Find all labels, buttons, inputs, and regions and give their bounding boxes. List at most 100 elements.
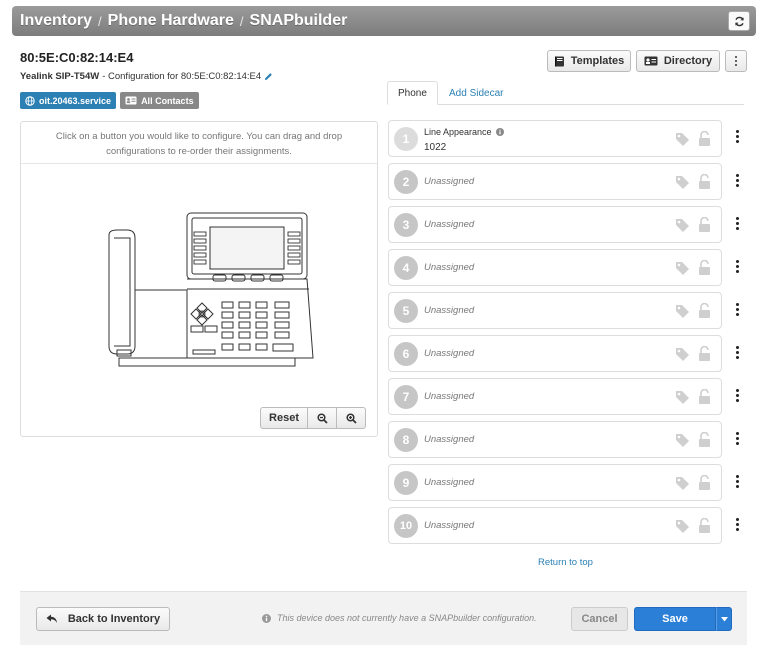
line-key-4[interactable]: 4 Unassigned — [388, 249, 722, 286]
unlock-icon[interactable] — [698, 174, 711, 189]
line-key-7[interactable]: 7 Unassigned — [388, 378, 722, 415]
line-key-1-menu[interactable] — [734, 130, 740, 143]
unlock-icon[interactable] — [698, 217, 711, 232]
contacts-badge[interactable]: All Contacts — [120, 92, 199, 109]
unlock-icon[interactable] — [698, 432, 711, 447]
device-model-line: Yealink SIP-T54W - Configuration for 80:… — [20, 71, 273, 82]
save-options-dropdown[interactable] — [716, 607, 732, 631]
unlock-icon[interactable] — [698, 303, 711, 318]
unlock-icon[interactable] — [698, 518, 711, 533]
line-key-10-menu[interactable] — [734, 518, 740, 531]
tab-phone[interactable]: Phone — [387, 81, 438, 105]
line-key-value: 1022 — [424, 142, 447, 153]
device-mac-title: 80:5E:C0:82:14:E4 — [20, 50, 134, 65]
line-key-title: Line Appearance — [424, 127, 504, 137]
line-key-5[interactable]: 5 Unassigned — [388, 292, 722, 329]
line-key-number: 4 — [394, 256, 418, 280]
tab-bar: Phone Add Sidecar — [387, 81, 744, 105]
breadcrumb-phone-hardware[interactable]: Phone Hardware — [108, 12, 234, 30]
unlock-icon[interactable] — [698, 346, 711, 361]
back-to-inventory-label: Back to Inventory — [67, 613, 161, 625]
line-key-8-menu[interactable] — [734, 432, 740, 445]
service-badge[interactable]: oit.20463.service — [20, 92, 117, 109]
tag-icon[interactable] — [675, 218, 690, 232]
info-icon[interactable] — [495, 128, 504, 136]
line-key-number: 10 — [394, 514, 418, 538]
line-key-title-text: Line Appearance — [424, 127, 492, 137]
vertical-dots-icon — [735, 56, 737, 66]
line-key-2[interactable]: 2 Unassigned — [388, 163, 722, 200]
tag-icon[interactable] — [675, 476, 690, 490]
line-key-9-menu[interactable] — [734, 475, 740, 488]
device-config-text: - Configuration for 80:5E:C0:82:14:E4 — [102, 71, 262, 82]
line-key-6-menu[interactable] — [734, 346, 740, 359]
cancel-button[interactable]: Cancel — [571, 607, 628, 631]
line-key-6[interactable]: 6 Unassigned — [388, 335, 722, 372]
contact-card-icon — [125, 96, 137, 105]
line-key-7-menu[interactable] — [734, 389, 740, 402]
line-key-3[interactable]: 3 Unassigned — [388, 206, 722, 243]
more-options-button[interactable] — [725, 50, 747, 72]
line-key-number: 7 — [394, 385, 418, 409]
back-to-inventory-button[interactable]: Back to Inventory — [36, 607, 170, 631]
line-key-number: 1 — [394, 127, 418, 151]
line-key-number: 5 — [394, 299, 418, 323]
line-key-label: Unassigned — [424, 219, 475, 230]
directory-button[interactable]: Directory — [636, 50, 720, 72]
unlock-icon[interactable] — [698, 389, 711, 404]
line-key-9[interactable]: 9 Unassigned — [388, 464, 722, 501]
line-key-8[interactable]: 8 Unassigned — [388, 421, 722, 458]
zoom-out-button[interactable] — [308, 407, 337, 429]
line-key-number: 6 — [394, 342, 418, 366]
globe-icon — [25, 95, 35, 106]
phone-configuration-panel: Click on a button you would like to conf… — [20, 121, 378, 437]
phone-illustration[interactable] — [97, 210, 317, 370]
templates-label: Templates — [570, 55, 625, 67]
unlock-icon[interactable] — [698, 260, 711, 275]
tab-add-sidecar[interactable]: Add Sidecar — [439, 81, 513, 105]
line-key-number: 8 — [394, 428, 418, 452]
reset-button[interactable]: Reset — [260, 407, 308, 429]
tag-icon[interactable] — [675, 175, 690, 189]
tag-icon[interactable] — [675, 433, 690, 447]
badge-row: oit.20463.service All Contacts — [20, 92, 199, 109]
line-key-1[interactable]: 1 Line Appearance 1022 — [388, 120, 722, 157]
directory-label: Directory — [663, 55, 713, 67]
title-bar: Inventory / Phone Hardware / SNAPbuilder — [12, 6, 756, 36]
line-key-label: Unassigned — [424, 305, 475, 316]
pencil-icon[interactable] — [264, 72, 273, 81]
unlock-icon[interactable] — [698, 475, 711, 490]
line-key-label: Unassigned — [424, 262, 475, 273]
tag-icon[interactable] — [675, 519, 690, 533]
line-key-5-menu[interactable] — [734, 303, 740, 316]
line-key-10[interactable]: 10 Unassigned — [388, 507, 722, 544]
line-key-label: Unassigned — [424, 520, 475, 531]
tag-icon[interactable] — [675, 390, 690, 404]
return-to-top-link[interactable]: Return to top — [538, 557, 593, 568]
tag-icon[interactable] — [675, 304, 690, 318]
line-key-label: Unassigned — [424, 477, 475, 488]
device-model: Yealink SIP-T54W — [20, 71, 100, 82]
back-arrow-icon — [46, 614, 57, 623]
phone-hint-text: Click on a button you would like to conf… — [21, 122, 377, 164]
zoom-in-button[interactable] — [337, 407, 366, 429]
configuration-notice: This device does not currently have a SN… — [262, 613, 537, 623]
refresh-button[interactable] — [728, 11, 750, 31]
line-key-3-menu[interactable] — [734, 217, 740, 230]
title-notch — [621, 0, 637, 6]
line-key-2-menu[interactable] — [734, 174, 740, 187]
refresh-icon — [734, 16, 744, 26]
tag-icon[interactable] — [675, 261, 690, 275]
line-key-label: Unassigned — [424, 434, 475, 445]
tag-icon[interactable] — [675, 132, 690, 146]
save-button[interactable]: Save — [634, 607, 716, 631]
line-key-label: Unassigned — [424, 348, 475, 359]
tag-icon[interactable] — [675, 347, 690, 361]
configuration-notice-text: This device does not currently have a SN… — [277, 613, 537, 623]
line-key-number: 9 — [394, 471, 418, 495]
breadcrumb-inventory[interactable]: Inventory — [20, 12, 92, 30]
unlock-icon[interactable] — [698, 131, 711, 146]
breadcrumb-snapbuilder: SNAPbuilder — [249, 12, 348, 29]
templates-button[interactable]: Templates — [547, 50, 631, 72]
line-key-4-menu[interactable] — [734, 260, 740, 273]
